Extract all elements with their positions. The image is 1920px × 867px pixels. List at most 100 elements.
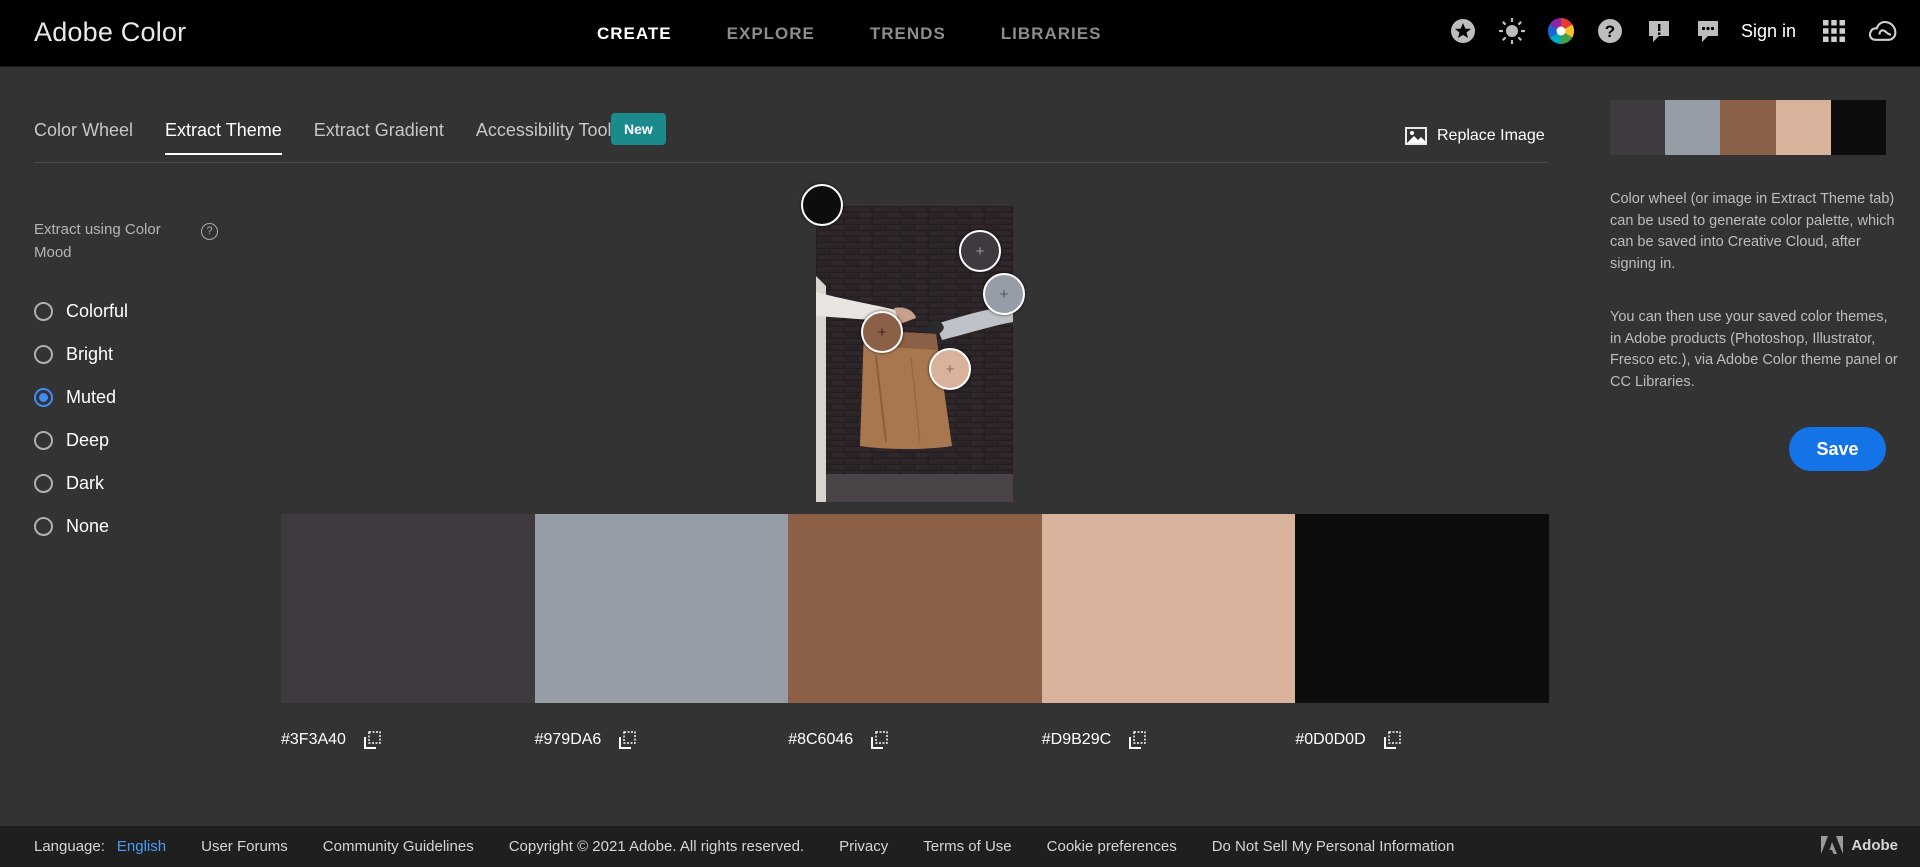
color-wheel-icon[interactable] (1546, 16, 1576, 46)
language-label: Language: (34, 838, 105, 855)
footer-copyright: Copyright © 2021 Adobe. All rights reser… (508, 838, 805, 855)
mood-label: Bright (66, 344, 114, 364)
feedback-icon[interactable] (1644, 16, 1674, 46)
mood-option-none[interactable]: None (34, 505, 128, 548)
mood-label: None (66, 516, 110, 536)
hex-cell-3: #8C6046 (788, 730, 1042, 750)
new-badge: New (611, 113, 666, 145)
tab-divider (34, 162, 1549, 163)
tab-extract-gradient[interactable]: Extract Gradient (314, 120, 444, 155)
swatch-4[interactable] (1041, 514, 1296, 703)
nav-create[interactable]: CREATE (597, 24, 672, 44)
image-icon (1405, 127, 1427, 145)
copy-icon[interactable] (1382, 730, 1402, 750)
hex-cell-5: #0D0D0D (1295, 730, 1549, 750)
swatch-5[interactable] (1295, 514, 1549, 703)
mood-label: Colorful (66, 301, 129, 321)
preview-swatch-4 (1775, 100, 1831, 155)
nav-libraries[interactable]: LIBRARIES (1001, 24, 1102, 44)
hex-value[interactable]: #3F3A40 (281, 731, 346, 749)
mood-option-dark[interactable]: Dark (34, 462, 128, 505)
mode-tabs: Color Wheel Extract Theme Extract Gradie… (34, 120, 653, 155)
footer-link-user-forums[interactable]: User Forums (201, 838, 288, 855)
star-icon[interactable] (1448, 16, 1478, 46)
hex-value[interactable]: #979DA6 (535, 731, 602, 749)
color-mood-options: Colorful Bright Muted Deep Dark None (34, 290, 128, 548)
adobe-footer-logo[interactable]: Adobe (1821, 836, 1898, 854)
hex-value[interactable]: #8C6046 (788, 731, 853, 749)
hex-codes: #3F3A40 #979DA6 #8C6046 #D9B29C #0D0D0D (281, 730, 1549, 750)
save-button[interactable]: Save (1789, 427, 1886, 471)
copy-icon[interactable] (869, 730, 889, 750)
mood-option-muted[interactable]: Muted (34, 376, 128, 419)
preview-swatch-5 (1830, 100, 1887, 155)
color-picker-brown[interactable]: + (861, 311, 903, 353)
footer-link-privacy[interactable]: Privacy (839, 838, 888, 855)
main-nav: CREATE EXPLORE TRENDS LIBRARIES (597, 24, 1156, 44)
help-icon[interactable]: ? (1595, 16, 1625, 46)
hex-cell-2: #979DA6 (535, 730, 789, 750)
hex-cell-4: #D9B29C (1042, 730, 1296, 750)
nav-explore[interactable]: EXPLORE (727, 24, 815, 44)
swatch-3[interactable] (788, 514, 1042, 703)
radio-bright[interactable] (34, 345, 53, 364)
mood-option-bright[interactable]: Bright (34, 333, 128, 376)
radio-deep[interactable] (34, 431, 53, 450)
mood-option-deep[interactable]: Deep (34, 419, 128, 462)
color-picker-black[interactable] (801, 184, 843, 226)
footer-link-community-guidelines[interactable]: Community Guidelines (323, 838, 474, 855)
preview-swatch-1 (1610, 100, 1666, 155)
mood-help-icon[interactable]: ? (201, 223, 218, 240)
radio-none[interactable] (34, 517, 53, 536)
hex-cell-1: #3F3A40 (281, 730, 535, 750)
tab-color-wheel[interactable]: Color Wheel (34, 120, 133, 155)
swatch-2[interactable] (534, 514, 789, 703)
adobe-logo-icon (1821, 836, 1844, 854)
chat-icon[interactable] (1693, 16, 1723, 46)
footer-link-do-not-sell[interactable]: Do Not Sell My Personal Information (1212, 838, 1455, 855)
color-picker-purple-gray[interactable]: + (959, 230, 1001, 272)
language-selector[interactable]: English (117, 838, 166, 855)
replace-image-button[interactable]: Replace Image (1405, 127, 1545, 145)
radio-muted[interactable] (34, 388, 53, 407)
color-picker-peach[interactable]: + (929, 348, 971, 390)
preview-swatch-3 (1720, 100, 1776, 155)
svg-text:?: ? (1605, 22, 1615, 41)
hex-value[interactable]: #D9B29C (1042, 731, 1111, 749)
copy-icon[interactable] (617, 730, 637, 750)
brand-logo-text[interactable]: Adobe Color (34, 17, 186, 48)
top-bar: Adobe Color CREATE EXPLORE TRENDS LIBRAR… (0, 0, 1920, 67)
sun-icon[interactable] (1497, 16, 1527, 46)
info-text-2: You can then use your saved color themes… (1610, 309, 1898, 390)
theme-preview-strip (1610, 100, 1887, 155)
header-actions: ? Sign in (1429, 16, 1898, 46)
tab-extract-theme[interactable]: Extract Theme (165, 120, 282, 155)
tab-accessibility-tools[interactable]: Accessibility Tools (476, 120, 621, 155)
theme-swatches (281, 514, 1549, 703)
footer-link-cookie-preferences[interactable]: Cookie preferences (1047, 838, 1177, 855)
apps-grid-icon[interactable] (1819, 16, 1849, 46)
preview-swatch-2 (1665, 100, 1721, 155)
footer: Language: English User Forums Community … (0, 826, 1920, 867)
footer-link-terms[interactable]: Terms of Use (923, 838, 1011, 855)
picker-plus-icon: + (975, 242, 985, 260)
color-picker-slate[interactable]: + (983, 273, 1025, 315)
hex-value[interactable]: #0D0D0D (1295, 731, 1365, 749)
picker-plus-icon: + (945, 360, 955, 378)
mood-label: Muted (66, 387, 117, 407)
mood-label: Dark (66, 473, 105, 493)
mood-option-colorful[interactable]: Colorful (34, 290, 128, 333)
radio-colorful[interactable] (34, 302, 53, 321)
picker-plus-icon: + (999, 285, 1009, 303)
mood-label: Deep (66, 430, 110, 450)
nav-trends[interactable]: TRENDS (870, 24, 946, 44)
swatch-1[interactable] (281, 514, 535, 703)
copy-icon[interactable] (362, 730, 382, 750)
replace-image-label: Replace Image (1437, 127, 1545, 144)
sign-in-link[interactable]: Sign in (1741, 21, 1796, 42)
picker-plus-icon: + (877, 323, 887, 341)
color-mood-heading: Extract using Color Mood (34, 221, 161, 261)
copy-icon[interactable] (1127, 730, 1147, 750)
radio-dark[interactable] (34, 474, 53, 493)
creative-cloud-icon[interactable] (1868, 16, 1898, 46)
